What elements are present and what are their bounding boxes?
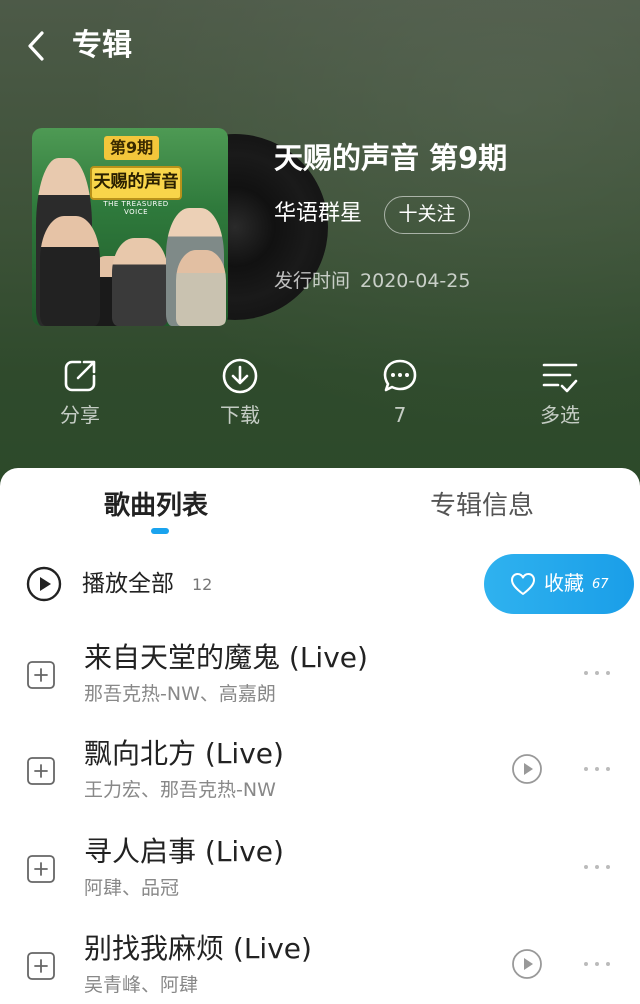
more-dots-icon — [584, 671, 610, 675]
comment-button[interactable]: 7 — [350, 356, 450, 430]
play-mv-button[interactable] — [510, 752, 544, 786]
song-title: 寻人启事 (Live) — [84, 835, 284, 868]
play-all-label: 播放全部 — [82, 571, 174, 597]
cover-episode-tag: 第9期 — [104, 136, 160, 160]
multi-select-label: 多选 — [540, 403, 580, 427]
release-info: 发行时间 2020-04-25 — [274, 266, 480, 296]
multi-select-button[interactable]: 多选 — [510, 356, 610, 430]
follow-button[interactable]: 十关注 — [384, 196, 470, 234]
album-cover-area[interactable]: 第9期 天赐的声音 THE TREASURED VOICE — [32, 128, 328, 326]
release-date: 2020-04-25 — [360, 270, 471, 292]
add-to-playlist-button[interactable] — [26, 854, 56, 884]
download-button[interactable]: 下载 — [190, 356, 290, 430]
song-more-button[interactable] — [580, 949, 614, 979]
collect-label: 收藏 — [544, 571, 584, 595]
comment-count: 7 — [393, 403, 407, 427]
more-dots-icon — [584, 962, 610, 966]
content-sheet: 歌曲列表 专辑信息 播放全部 12 收藏 67 来自天堂的魔鬼 (Live) 那… — [0, 468, 640, 1004]
song-more-button[interactable] — [580, 852, 614, 882]
song-title: 飘向北方 (Live) — [84, 737, 284, 770]
video-play-icon — [512, 754, 542, 784]
add-to-playlist-button[interactable] — [26, 660, 56, 690]
album-title: 天赐的声音 第9期 — [274, 141, 508, 175]
play-circle-icon — [26, 566, 62, 602]
tab-song-list[interactable]: 歌曲列表 — [104, 488, 208, 524]
back-button[interactable] — [20, 28, 56, 64]
top-bar: 专辑 — [0, 22, 640, 72]
play-all-button[interactable] — [26, 566, 62, 602]
multi-select-icon — [542, 363, 578, 393]
album-artist-link[interactable]: 华语群星 — [274, 198, 362, 230]
collect-button[interactable]: 收藏 67 — [484, 554, 634, 614]
plus-square-icon — [27, 661, 55, 689]
page-title: 专辑 — [72, 28, 132, 63]
video-play-icon — [512, 949, 542, 979]
plus-square-icon — [27, 855, 55, 883]
song-row[interactable]: 寻人启事 (Live) 阿肆、品冠 — [0, 832, 640, 928]
active-tab-indicator — [151, 528, 169, 534]
song-row[interactable]: 飘向北方 (Live) 王力宏、那吾克热-NW — [0, 734, 640, 830]
song-artist: 那吾克热-NW、高嘉朗 — [84, 683, 276, 705]
heart-icon — [511, 573, 535, 595]
comment-icon — [383, 359, 417, 392]
tab-album-info[interactable]: 专辑信息 — [430, 488, 534, 524]
download-icon — [222, 358, 258, 394]
song-title: 别找我麻烦 (Live) — [84, 932, 312, 965]
plus-square-icon — [27, 757, 55, 785]
cover-show-logo: 天赐的声音 — [90, 166, 182, 200]
share-icon — [64, 360, 96, 392]
album-action-bar: 分享 下载 7 多选 — [0, 356, 640, 436]
add-to-playlist-button[interactable] — [26, 756, 56, 786]
song-more-button[interactable] — [580, 658, 614, 688]
release-label: 发行时间 — [274, 270, 351, 292]
song-artist: 王力宏、那吾克热-NW — [84, 779, 276, 801]
more-dots-icon — [584, 865, 610, 869]
download-label: 下载 — [220, 403, 260, 427]
share-button[interactable]: 分享 — [30, 356, 130, 430]
cover-show-subtitle: THE TREASURED VOICE — [103, 200, 169, 216]
album-cover: 第9期 天赐的声音 THE TREASURED VOICE — [32, 128, 228, 326]
chevron-left-icon — [28, 31, 44, 61]
plus-square-icon — [27, 952, 55, 980]
song-row[interactable]: 别找我麻烦 (Live) 吴青峰、阿肆 — [0, 929, 640, 1004]
play-mv-button[interactable] — [510, 947, 544, 981]
song-artist: 吴青峰、阿肆 — [84, 974, 199, 996]
song-count: 12 — [192, 575, 213, 594]
song-more-button[interactable] — [580, 754, 614, 784]
song-row[interactable]: 来自天堂的魔鬼 (Live) 那吾克热-NW、高嘉朗 — [0, 638, 640, 734]
song-title: 来自天堂的魔鬼 (Live) — [84, 641, 368, 674]
more-dots-icon — [584, 767, 610, 771]
collect-count: 67 — [592, 577, 609, 592]
share-label: 分享 — [60, 403, 100, 427]
song-artist: 阿肆、品冠 — [84, 877, 180, 899]
add-to-playlist-button[interactable] — [26, 951, 56, 981]
